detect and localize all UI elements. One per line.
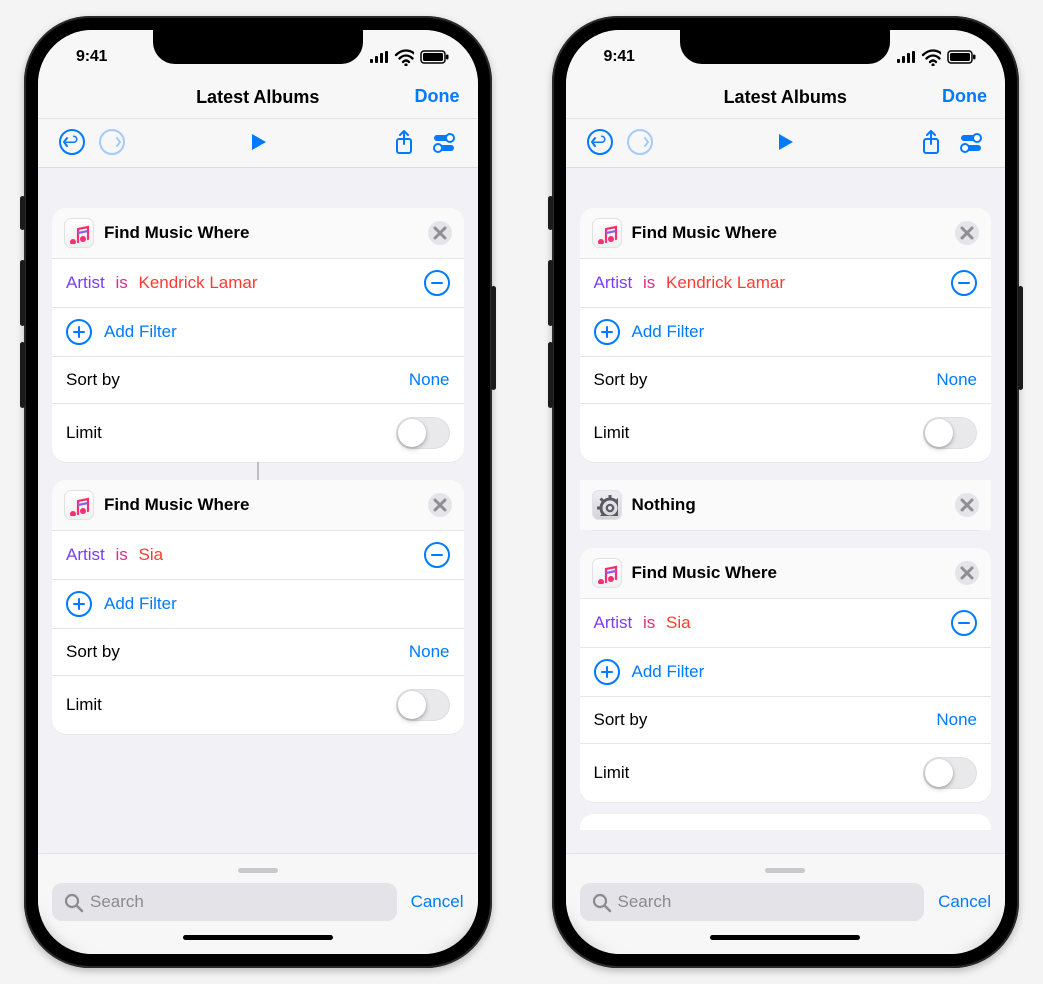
shortcut-settings-button[interactable] (424, 125, 464, 159)
add-filter-button[interactable]: Add Filter (580, 308, 992, 357)
nav-title: Latest Albums (582, 86, 990, 118)
done-button[interactable]: Done (415, 86, 460, 107)
filter-expression[interactable]: Artist is Sia (66, 545, 169, 565)
gear-icon (592, 490, 622, 520)
plus-icon (66, 319, 92, 345)
run-button[interactable] (765, 125, 805, 159)
cellular-icon (370, 51, 388, 63)
phone-right: 9:41 Latest Albums Done (552, 16, 1020, 968)
status-time: 9:41 (66, 48, 107, 66)
action-title: Find Music Where (632, 563, 946, 583)
remove-filter-button[interactable] (424, 270, 450, 296)
editor-toolbar (38, 119, 478, 168)
limit-switch[interactable] (923, 417, 977, 449)
action-title: Find Music Where (104, 495, 418, 515)
sort-by-value[interactable]: None (409, 642, 450, 662)
limit-label: Limit (594, 423, 630, 443)
editor-toolbar (566, 119, 1006, 168)
remove-filter-button[interactable] (951, 270, 977, 296)
add-filter-button[interactable]: Add Filter (580, 648, 992, 697)
limit-switch[interactable] (923, 757, 977, 789)
search-input[interactable]: Search (52, 883, 397, 921)
filter-expression[interactable]: Artist is Kendrick Lamar (594, 273, 792, 293)
redo-button (92, 125, 132, 159)
remove-filter-button[interactable] (424, 542, 450, 568)
search-icon (590, 891, 612, 913)
plus-icon (594, 319, 620, 345)
search-placeholder: Search (618, 892, 672, 912)
cellular-icon (897, 51, 915, 63)
nav-title: Latest Albums (54, 86, 462, 118)
notch (680, 30, 890, 64)
action-card[interactable]: Find Music Where Artist is Sia Add Filte… (580, 548, 992, 802)
redo-button (620, 125, 660, 159)
limit-switch[interactable] (396, 417, 450, 449)
share-button[interactable] (911, 125, 951, 159)
add-filter-button[interactable]: Add Filter (52, 580, 464, 629)
sort-by-label: Sort by (66, 642, 120, 662)
plus-icon (594, 659, 620, 685)
filter-expression[interactable]: Artist is Kendrick Lamar (66, 273, 264, 293)
action-title: Find Music Where (632, 223, 946, 243)
delete-action-button[interactable] (428, 493, 452, 517)
search-icon (62, 891, 84, 913)
limit-label: Limit (66, 695, 102, 715)
shortcut-settings-button[interactable] (951, 125, 991, 159)
cancel-button[interactable]: Cancel (411, 892, 464, 912)
battery-icon (947, 49, 977, 65)
run-button[interactable] (238, 125, 278, 159)
action-card[interactable]: Find Music Where Artist is Kendrick Lama… (580, 208, 992, 462)
sort-by-label: Sort by (594, 710, 648, 730)
music-app-icon (592, 558, 622, 588)
action-connector (52, 462, 464, 480)
limit-label: Limit (594, 763, 630, 783)
nothing-action-card[interactable]: Nothing (580, 480, 992, 530)
sort-by-value[interactable]: None (936, 710, 977, 730)
action-title: Find Music Where (104, 223, 418, 243)
cancel-button[interactable]: Cancel (938, 892, 991, 912)
status-time: 9:41 (594, 48, 635, 66)
sort-by-label: Sort by (66, 370, 120, 390)
action-card[interactable]: Find Music Where Artist is Sia Add Filte… (52, 480, 464, 734)
search-input[interactable]: Search (580, 883, 925, 921)
undo-button[interactable] (580, 125, 620, 159)
music-app-icon (592, 218, 622, 248)
remove-filter-button[interactable] (951, 610, 977, 636)
action-drawer[interactable]: Search Cancel (38, 853, 478, 954)
wifi-icon (394, 48, 414, 66)
share-button[interactable] (384, 125, 424, 159)
action-drawer[interactable]: Search Cancel (566, 853, 1006, 954)
action-title: Nothing (632, 495, 946, 515)
phone-left: 9:41 Latest Albums Done (24, 16, 492, 968)
delete-action-button[interactable] (428, 221, 452, 245)
done-button[interactable]: Done (942, 86, 987, 107)
notch (153, 30, 363, 64)
filter-expression[interactable]: Artist is Sia (594, 613, 697, 633)
drawer-grabber[interactable] (765, 868, 805, 873)
music-app-icon (64, 490, 94, 520)
undo-button[interactable] (52, 125, 92, 159)
delete-action-button[interactable] (955, 493, 979, 517)
sort-by-value[interactable]: None (409, 370, 450, 390)
wifi-icon (921, 48, 941, 66)
home-indicator[interactable] (183, 935, 333, 940)
limit-label: Limit (66, 423, 102, 443)
search-placeholder: Search (90, 892, 144, 912)
sort-by-label: Sort by (594, 370, 648, 390)
limit-switch[interactable] (396, 689, 450, 721)
music-app-icon (64, 218, 94, 248)
plus-icon (66, 591, 92, 617)
home-indicator[interactable] (710, 935, 860, 940)
add-filter-button[interactable]: Add Filter (52, 308, 464, 357)
delete-action-button[interactable] (955, 221, 979, 245)
delete-action-button[interactable] (955, 561, 979, 585)
battery-icon (420, 49, 450, 65)
next-card-peek (580, 814, 992, 830)
drawer-grabber[interactable] (238, 868, 278, 873)
action-card[interactable]: Find Music Where Artist is Kendrick Lama… (52, 208, 464, 462)
sort-by-value[interactable]: None (936, 370, 977, 390)
